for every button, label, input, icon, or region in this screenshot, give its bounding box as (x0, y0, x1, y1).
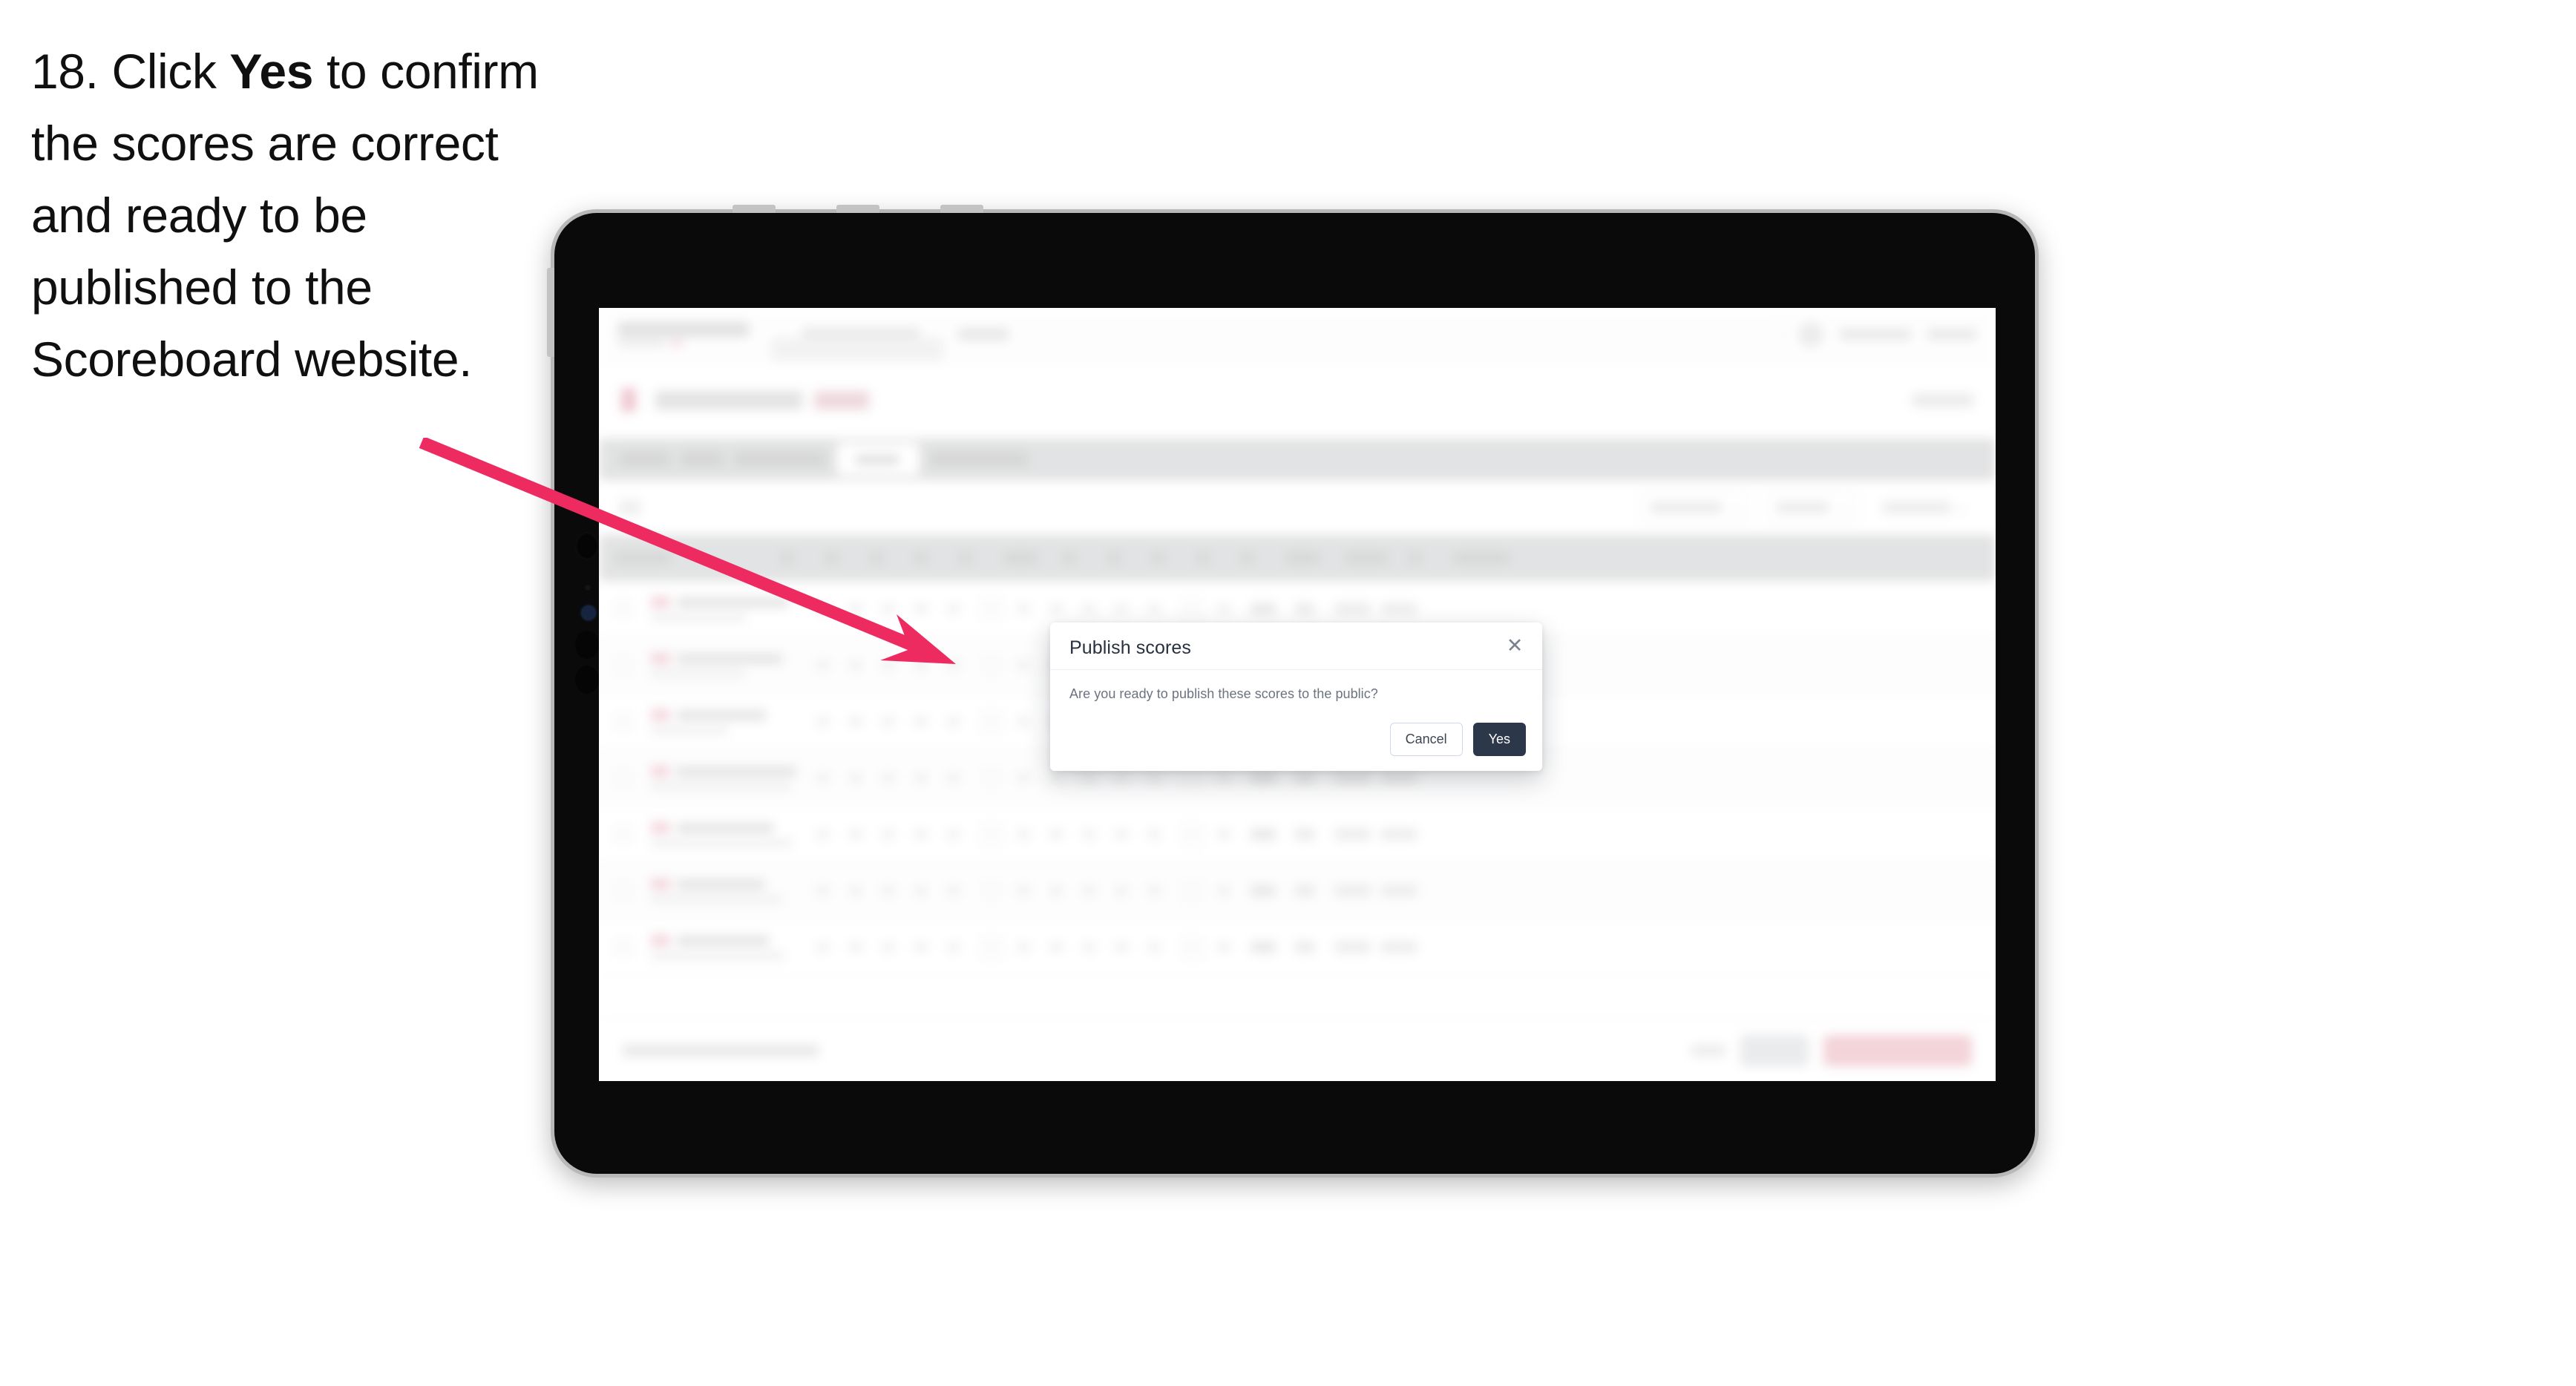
dialog-message: Are you ready to publish these scores to… (1069, 686, 1378, 701)
publish-scores-dialog: Publish scores ✕ Are you ready to publis… (1050, 623, 1542, 771)
dialog-body: Are you ready to publish these scores to… (1050, 670, 1542, 702)
caption-prefix: 18. Click (31, 44, 230, 99)
depth-sensor-icon (582, 606, 595, 620)
tertiary-camera-icon (575, 666, 599, 694)
tablet-device-frame: Publish scores ✕ Are you ready to publis… (547, 205, 2039, 1178)
device-top-button-1 (733, 205, 776, 213)
cancel-button[interactable]: Cancel (1389, 723, 1463, 756)
front-camera-icon (575, 532, 599, 560)
device-top-button-2 (836, 205, 879, 213)
caption-bold-term: Yes (229, 44, 314, 99)
tablet-screen: Publish scores ✕ Are you ready to publis… (599, 308, 1996, 1081)
secondary-camera-icon (575, 631, 599, 659)
device-top-button-3 (940, 205, 983, 213)
dialog-actions: Cancel Yes (1389, 723, 1526, 756)
device-side-button (547, 268, 554, 357)
dialog-title: Publish scores (1069, 637, 1191, 658)
ambient-sensor-icon (585, 585, 591, 591)
slide-canvas: 18. Click Yes to confirm the scores are … (0, 0, 2576, 1386)
instruction-caption: 18. Click Yes to confirm the scores are … (31, 36, 566, 395)
dialog-header: Publish scores ✕ (1050, 623, 1542, 670)
yes-button[interactable]: Yes (1472, 723, 1526, 756)
close-icon[interactable]: ✕ (1504, 634, 1526, 657)
